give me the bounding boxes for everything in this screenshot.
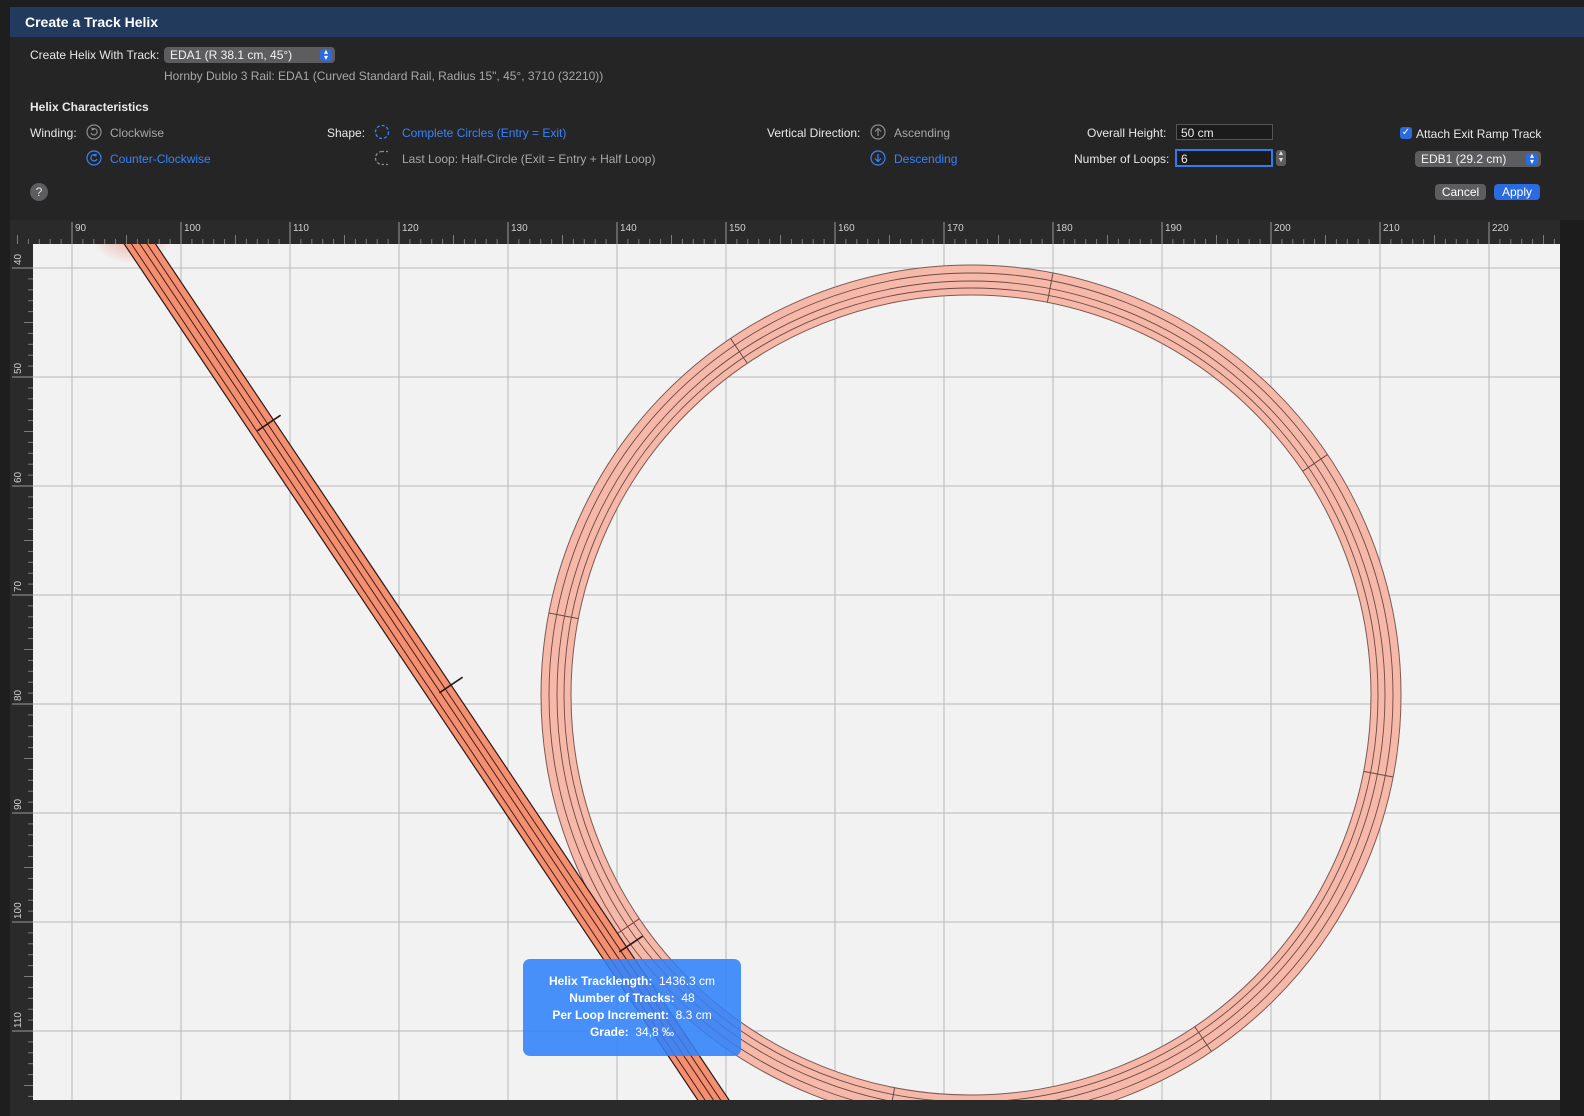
- arrow-down-icon[interactable]: [870, 150, 886, 166]
- ruler-top-label: 100: [184, 223, 201, 234]
- loop-increment-value: 8.3 cm: [675, 1008, 712, 1022]
- full-circle-shape-icon[interactable]: [374, 124, 390, 140]
- ruler-left-label: 40: [13, 253, 24, 265]
- ruler-left-label: 60: [13, 471, 24, 483]
- chevron-updown-icon: ▴ ▾: [1526, 152, 1538, 166]
- arrow-up-icon[interactable]: [870, 124, 886, 140]
- track-select-value: EDA1 (R 38.1 cm, 45°): [170, 48, 293, 62]
- ruler-top-label: 170: [947, 223, 964, 234]
- tracklength-value: 1436.3 cm: [659, 974, 716, 988]
- helix-characteristics-heading: Helix Characteristics: [30, 100, 149, 114]
- helix-stats-tooltip: Helix Tracklength: 1436.3 cm Number of T…: [523, 959, 741, 1056]
- direction-descending-label[interactable]: Descending: [894, 152, 957, 166]
- loops-stepper[interactable]: ▲ ▼: [1276, 150, 1286, 166]
- track-select[interactable]: EDA1 (R 38.1 cm, 45°) ▴ ▾: [164, 47, 335, 63]
- bottom-edge-strip: [10, 1100, 1560, 1116]
- ruler-top-label: 200: [1274, 223, 1291, 234]
- ruler-top-label: 180: [1056, 223, 1073, 234]
- direction-ascending-label[interactable]: Ascending: [894, 126, 950, 140]
- grid: [33, 244, 1560, 1100]
- layout-canvas[interactable]: Helix Tracklength: 1436.3 cm Number of T…: [33, 244, 1560, 1100]
- half-circle-shape-icon[interactable]: [374, 150, 390, 166]
- dialog-title-bar: Create a Track Helix: [10, 7, 1584, 37]
- ruler-left-label: 90: [13, 798, 24, 810]
- clockwise-icon[interactable]: [86, 124, 102, 140]
- ruler-top-label: 130: [511, 223, 528, 234]
- vertical-ruler: 40 50 60 70 80 90 100 110: [10, 244, 33, 1100]
- apply-button[interactable]: Apply: [1494, 184, 1540, 200]
- grade-value: 34,8 ‰: [635, 1025, 675, 1039]
- ruler-top-label: 90: [75, 223, 87, 234]
- tracklength-label: Helix Tracklength:: [548, 974, 653, 988]
- horizontal-ruler: 90 100 110 120 130 140 150 160 170 180 190 200 210 22…: [10, 220, 1560, 244]
- right-edge-strip: [1560, 220, 1584, 1116]
- ruler-left-label: 110: [13, 1012, 24, 1028]
- ruler-left-label: 100: [13, 902, 24, 919]
- number-of-loops-label: Number of Loops:: [1074, 152, 1170, 166]
- ruler-left-label: 70: [13, 580, 24, 592]
- winding-clockwise-label[interactable]: Clockwise: [110, 126, 164, 140]
- ruler-top-label: 140: [620, 223, 637, 234]
- loop-increment-label: Per Loop Increment:: [552, 1008, 669, 1022]
- shape-complete-circles-label[interactable]: Complete Circles (Entry = Exit): [402, 126, 566, 140]
- number-of-loops-input[interactable]: 6: [1175, 149, 1273, 167]
- vertical-direction-label: Vertical Direction:: [767, 126, 861, 140]
- shape-half-circle-label[interactable]: Last Loop: Half-Circle (Exit = Entry + H…: [402, 152, 655, 166]
- attach-exit-ramp-checkbox[interactable]: ✓: [1400, 127, 1412, 139]
- ruler-top-label: 190: [1165, 223, 1182, 234]
- overall-height-label: Overall Height:: [1087, 126, 1167, 140]
- ruler-top-label: 110: [293, 223, 309, 234]
- ruler-top-label: 160: [838, 223, 855, 234]
- winding-counter-clockwise-label[interactable]: Counter-Clockwise: [110, 152, 211, 166]
- tracks-count-value: 48: [681, 991, 695, 1005]
- exit-track-select[interactable]: EDB1 (29.2 cm) ▴ ▾: [1415, 151, 1541, 167]
- ruler-top-label: 220: [1492, 223, 1509, 234]
- help-button[interactable]: ?: [30, 183, 48, 201]
- cancel-button[interactable]: Cancel: [1435, 184, 1486, 200]
- ruler-left-label: 80: [13, 689, 24, 701]
- chevron-updown-icon: ▴ ▾: [320, 48, 332, 62]
- ruler-top-label: 150: [729, 223, 746, 234]
- grade-label: Grade:: [589, 1025, 629, 1039]
- overall-height-input[interactable]: 50 cm: [1176, 124, 1273, 140]
- counter-clockwise-icon[interactable]: [86, 150, 102, 166]
- tracks-count-label: Number of Tracks:: [569, 991, 675, 1005]
- ruler-top-label: 120: [402, 223, 419, 234]
- shape-label: Shape:: [327, 126, 366, 140]
- track-label: Create Helix With Track:: [30, 48, 160, 62]
- exit-track-select-value: EDB1 (29.2 cm): [1421, 152, 1507, 166]
- winding-label: Winding:: [30, 126, 77, 140]
- ruler-top-label: 210: [1383, 223, 1400, 234]
- attach-exit-ramp-label[interactable]: Attach Exit Ramp Track: [1416, 127, 1541, 141]
- ruler-left-label: 50: [13, 362, 24, 374]
- dialog-title: Create a Track Helix: [25, 14, 159, 30]
- track-description: Hornby Dublo 3 Rail: EDA1 (Curved Standa…: [164, 69, 604, 83]
- helix-settings-panel: Create Helix With Track: EDA1 (R 38.1 cm…: [10, 37, 1584, 220]
